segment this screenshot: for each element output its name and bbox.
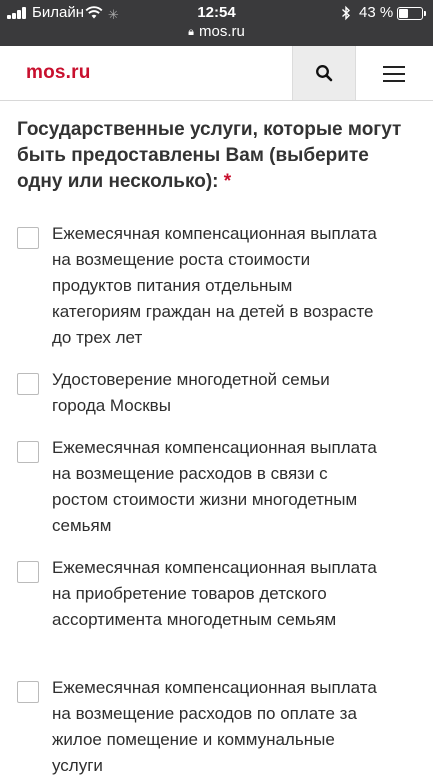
- site-logo[interactable]: mos.ru: [26, 62, 91, 84]
- option-label[interactable]: Ежемесячная компенсационная выплата на в…: [52, 435, 382, 539]
- status-bar: Билайн ✳ 12:54 43 % 🔒︎ mos.ru: [0, 0, 433, 46]
- option-label[interactable]: Ежемесячная компенсационная выплата на в…: [52, 675, 382, 779]
- search-icon: [316, 65, 333, 82]
- search-button[interactable]: [292, 46, 356, 100]
- checkbox[interactable]: [17, 373, 39, 395]
- question-text: Государственные услуги, которые могут бы…: [17, 119, 402, 192]
- battery-percent: 43 %: [359, 4, 394, 21]
- form-question: Государственные услуги, которые могут бы…: [17, 117, 417, 195]
- checkbox[interactable]: [17, 681, 39, 703]
- lock-icon: 🔒︎: [188, 26, 194, 38]
- url-text: mos.ru: [199, 23, 245, 40]
- site-header: mos.ru: [0, 46, 433, 101]
- checkbox[interactable]: [17, 441, 39, 463]
- option-label[interactable]: Ежемесячная компенсационная выплата на в…: [52, 221, 382, 351]
- battery-icon: [397, 7, 426, 20]
- checkbox[interactable]: [17, 227, 39, 249]
- bluetooth-icon: [342, 5, 351, 21]
- required-mark: *: [223, 171, 232, 192]
- checkbox[interactable]: [17, 561, 39, 583]
- menu-button[interactable]: [355, 46, 433, 100]
- option-label[interactable]: Ежемесячная компенсационная выплата на п…: [52, 555, 382, 633]
- address-bar[interactable]: 🔒︎ mos.ru: [0, 23, 433, 41]
- option-label[interactable]: Удостоверение многодетной семьи города М…: [52, 367, 382, 419]
